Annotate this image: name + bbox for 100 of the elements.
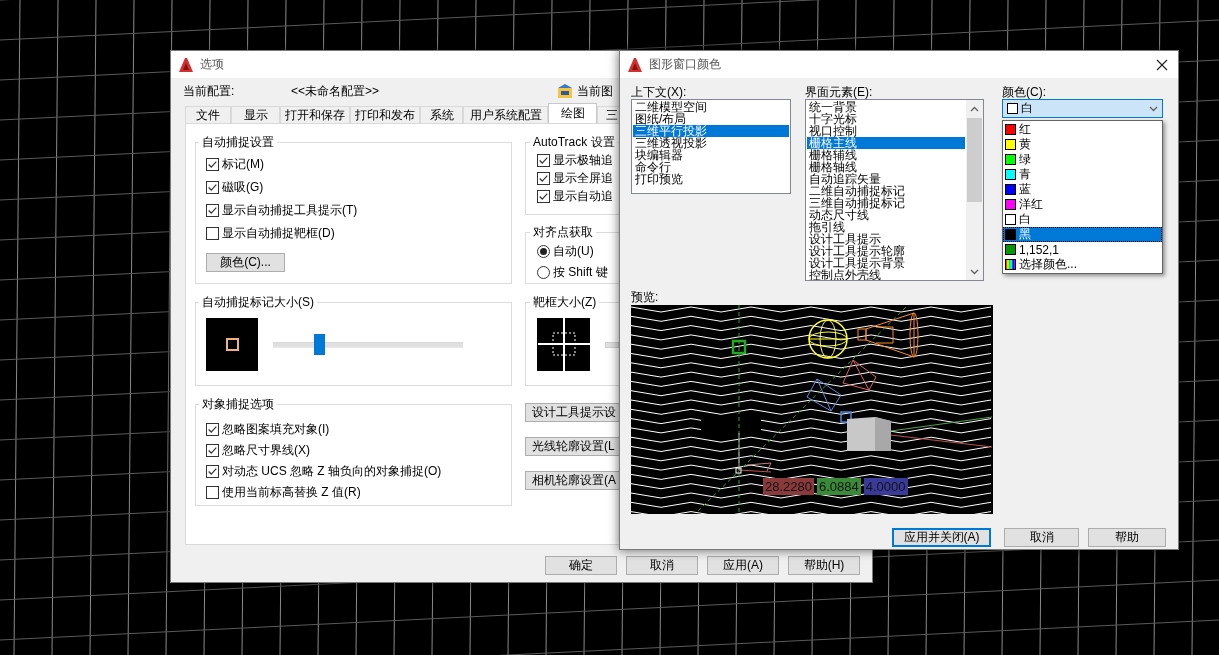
checkbox-label: 忽略尺寸界线(X) bbox=[222, 442, 310, 459]
list-item[interactable]: 三维自动捕捉标记 bbox=[807, 197, 965, 209]
dropdown-option[interactable]: 白 bbox=[1003, 212, 1162, 227]
list-item[interactable]: 十字光标 bbox=[807, 113, 965, 125]
settings-button[interactable]: 相机轮廓设置(A bbox=[525, 471, 619, 490]
checkbox-label: 标记(M) bbox=[222, 156, 264, 173]
list-item[interactable]: 栅格辅线 bbox=[807, 149, 965, 161]
list-item[interactable]: 自动追踪矢量 bbox=[807, 173, 965, 185]
list-item[interactable]: 设计工具提示轮廓 bbox=[807, 245, 965, 257]
tab[interactable]: 用户系统配置 bbox=[463, 106, 548, 123]
list-item[interactable]: 栅格主线 bbox=[807, 137, 965, 149]
checkbox[interactable] bbox=[206, 227, 219, 240]
dialog-button[interactable]: 应用并关闭(A) bbox=[892, 528, 991, 547]
dialog-button[interactable]: 取消 bbox=[626, 556, 698, 575]
dropdown-option[interactable]: 红 bbox=[1003, 122, 1162, 137]
window-title: 选项 bbox=[200, 56, 224, 73]
dropdown-option[interactable]: 选择颜色... bbox=[1003, 257, 1162, 272]
tab[interactable]: 文件 bbox=[185, 106, 231, 123]
marker-square-icon bbox=[225, 338, 239, 351]
list-item[interactable]: 设计工具提示背景 bbox=[807, 257, 965, 269]
list-item[interactable]: 二维模型空间 bbox=[633, 101, 789, 113]
checkbox-label: 显示全屏追 bbox=[553, 169, 613, 187]
checkbox[interactable] bbox=[206, 486, 219, 499]
color-picker-icon bbox=[1005, 259, 1016, 270]
dialog-button[interactable]: 帮助 bbox=[1088, 528, 1166, 547]
list-item[interactable]: 栅格轴线 bbox=[807, 161, 965, 173]
checkbox[interactable] bbox=[206, 181, 219, 194]
checkbox[interactable] bbox=[537, 189, 550, 203]
group-title: 对齐点获取 bbox=[532, 224, 594, 241]
checkbox[interactable] bbox=[537, 171, 550, 185]
dropdown-option[interactable]: 黑 bbox=[1003, 227, 1162, 242]
checkbox-label: 显示自动追 bbox=[553, 187, 613, 205]
aperture-crosshair-icon bbox=[537, 318, 590, 371]
logo-icon bbox=[628, 57, 642, 72]
dropdown-option[interactable]: 绿 bbox=[1003, 152, 1162, 167]
list-item[interactable]: 打印预览 bbox=[633, 173, 789, 185]
tab[interactable]: 系统 bbox=[420, 106, 463, 123]
color-button[interactable]: 颜色(C)... bbox=[206, 253, 285, 272]
chevron-down-icon[interactable] bbox=[970, 269, 979, 275]
checkbox[interactable] bbox=[206, 465, 219, 478]
checkbox[interactable] bbox=[206, 444, 219, 457]
drawing-icon bbox=[557, 83, 573, 99]
tab[interactable]: 三 bbox=[597, 106, 619, 123]
dropdown-option[interactable]: 洋红 bbox=[1003, 197, 1162, 212]
checkbox-label: 对动态 UCS 忽略 Z 轴负向的对象捕捉(O) bbox=[222, 463, 442, 480]
tab[interactable]: 显示 bbox=[231, 106, 280, 123]
slider-track[interactable] bbox=[605, 341, 619, 348]
settings-button[interactable]: 设计工具提示设 bbox=[525, 403, 619, 422]
field-label: 预览: bbox=[631, 289, 660, 303]
slider-thumb[interactable] bbox=[314, 334, 326, 355]
close-icon[interactable] bbox=[1156, 59, 1168, 71]
scrollbar[interactable] bbox=[966, 100, 983, 280]
chevron-down-icon bbox=[1149, 105, 1158, 112]
checkbox-label: 显示极轴追 bbox=[553, 151, 613, 169]
profile-label: 当前配置: bbox=[183, 82, 236, 100]
tab[interactable]: 打开和保存 bbox=[280, 106, 350, 123]
radio-button[interactable] bbox=[537, 245, 550, 258]
checkbox-label: 使用当前标高替换 Z 值(R) bbox=[222, 484, 361, 501]
dialog-button[interactable]: 帮助(H) bbox=[788, 556, 860, 575]
list-item[interactable]: 三维透视投影 bbox=[633, 137, 789, 149]
dropdown-option[interactable]: 蓝 bbox=[1003, 182, 1162, 197]
checkbox[interactable] bbox=[206, 423, 219, 436]
checkbox[interactable] bbox=[206, 204, 219, 217]
group-title: AutoTrack 设置 bbox=[532, 134, 616, 151]
dialog-button[interactable]: 确定 bbox=[545, 556, 617, 575]
checkbox[interactable] bbox=[537, 153, 550, 167]
list-item[interactable]: 图纸/布局 bbox=[633, 113, 789, 125]
field-label: 颜色(C): bbox=[1002, 84, 1047, 98]
group-title: 自动捕捉设置 bbox=[201, 134, 275, 151]
list-item[interactable]: 命令行 bbox=[633, 161, 789, 173]
list-item[interactable]: 拖引线 bbox=[807, 221, 965, 233]
list-item[interactable]: 动态尺寸线 bbox=[807, 209, 965, 221]
radio-label: 自动(U) bbox=[553, 243, 594, 260]
list-item[interactable]: 二维自动捕捉标记 bbox=[807, 185, 965, 197]
color-dropdown[interactable]: 白 bbox=[1002, 99, 1163, 118]
list-item[interactable]: 块编辑器 bbox=[633, 149, 789, 161]
field-label: 上下文(X): bbox=[631, 84, 688, 98]
logo-icon bbox=[179, 57, 193, 72]
radio-label: 按 Shift 键 bbox=[553, 264, 608, 281]
list-item[interactable]: 三维平行投影 bbox=[633, 125, 789, 137]
dropdown-option[interactable]: 黄 bbox=[1003, 137, 1162, 152]
dialog-button[interactable]: 应用(A) bbox=[707, 556, 779, 575]
tab[interactable]: 绘图 bbox=[548, 103, 597, 123]
chevron-up-icon[interactable] bbox=[970, 106, 979, 112]
profile-value: <<未命名配置>> bbox=[291, 82, 381, 100]
dropdown-option[interactable]: 青 bbox=[1003, 167, 1162, 182]
radio-button[interactable] bbox=[537, 266, 550, 279]
dialog-button[interactable]: 取消 bbox=[1004, 528, 1079, 547]
settings-button[interactable]: 光线轮廓设置(L bbox=[525, 437, 619, 456]
tab[interactable]: 打印和发布 bbox=[350, 106, 420, 123]
list-item[interactable]: 设计工具提示 bbox=[807, 233, 965, 245]
dropdown-option[interactable]: 1,152,1 bbox=[1003, 242, 1162, 257]
scrollbar-thumb[interactable] bbox=[967, 118, 982, 202]
group-title: 对象捕捉选项 bbox=[201, 396, 275, 413]
group-title: 靶框大小(Z) bbox=[532, 294, 598, 311]
list-item[interactable]: 视口控制 bbox=[807, 125, 965, 137]
coordinate-value: 4.0000 bbox=[863, 478, 908, 495]
list-item[interactable]: 统一背景 bbox=[807, 101, 965, 113]
checkbox[interactable] bbox=[206, 158, 219, 171]
coordinate-value: 6.0884 bbox=[817, 478, 861, 495]
